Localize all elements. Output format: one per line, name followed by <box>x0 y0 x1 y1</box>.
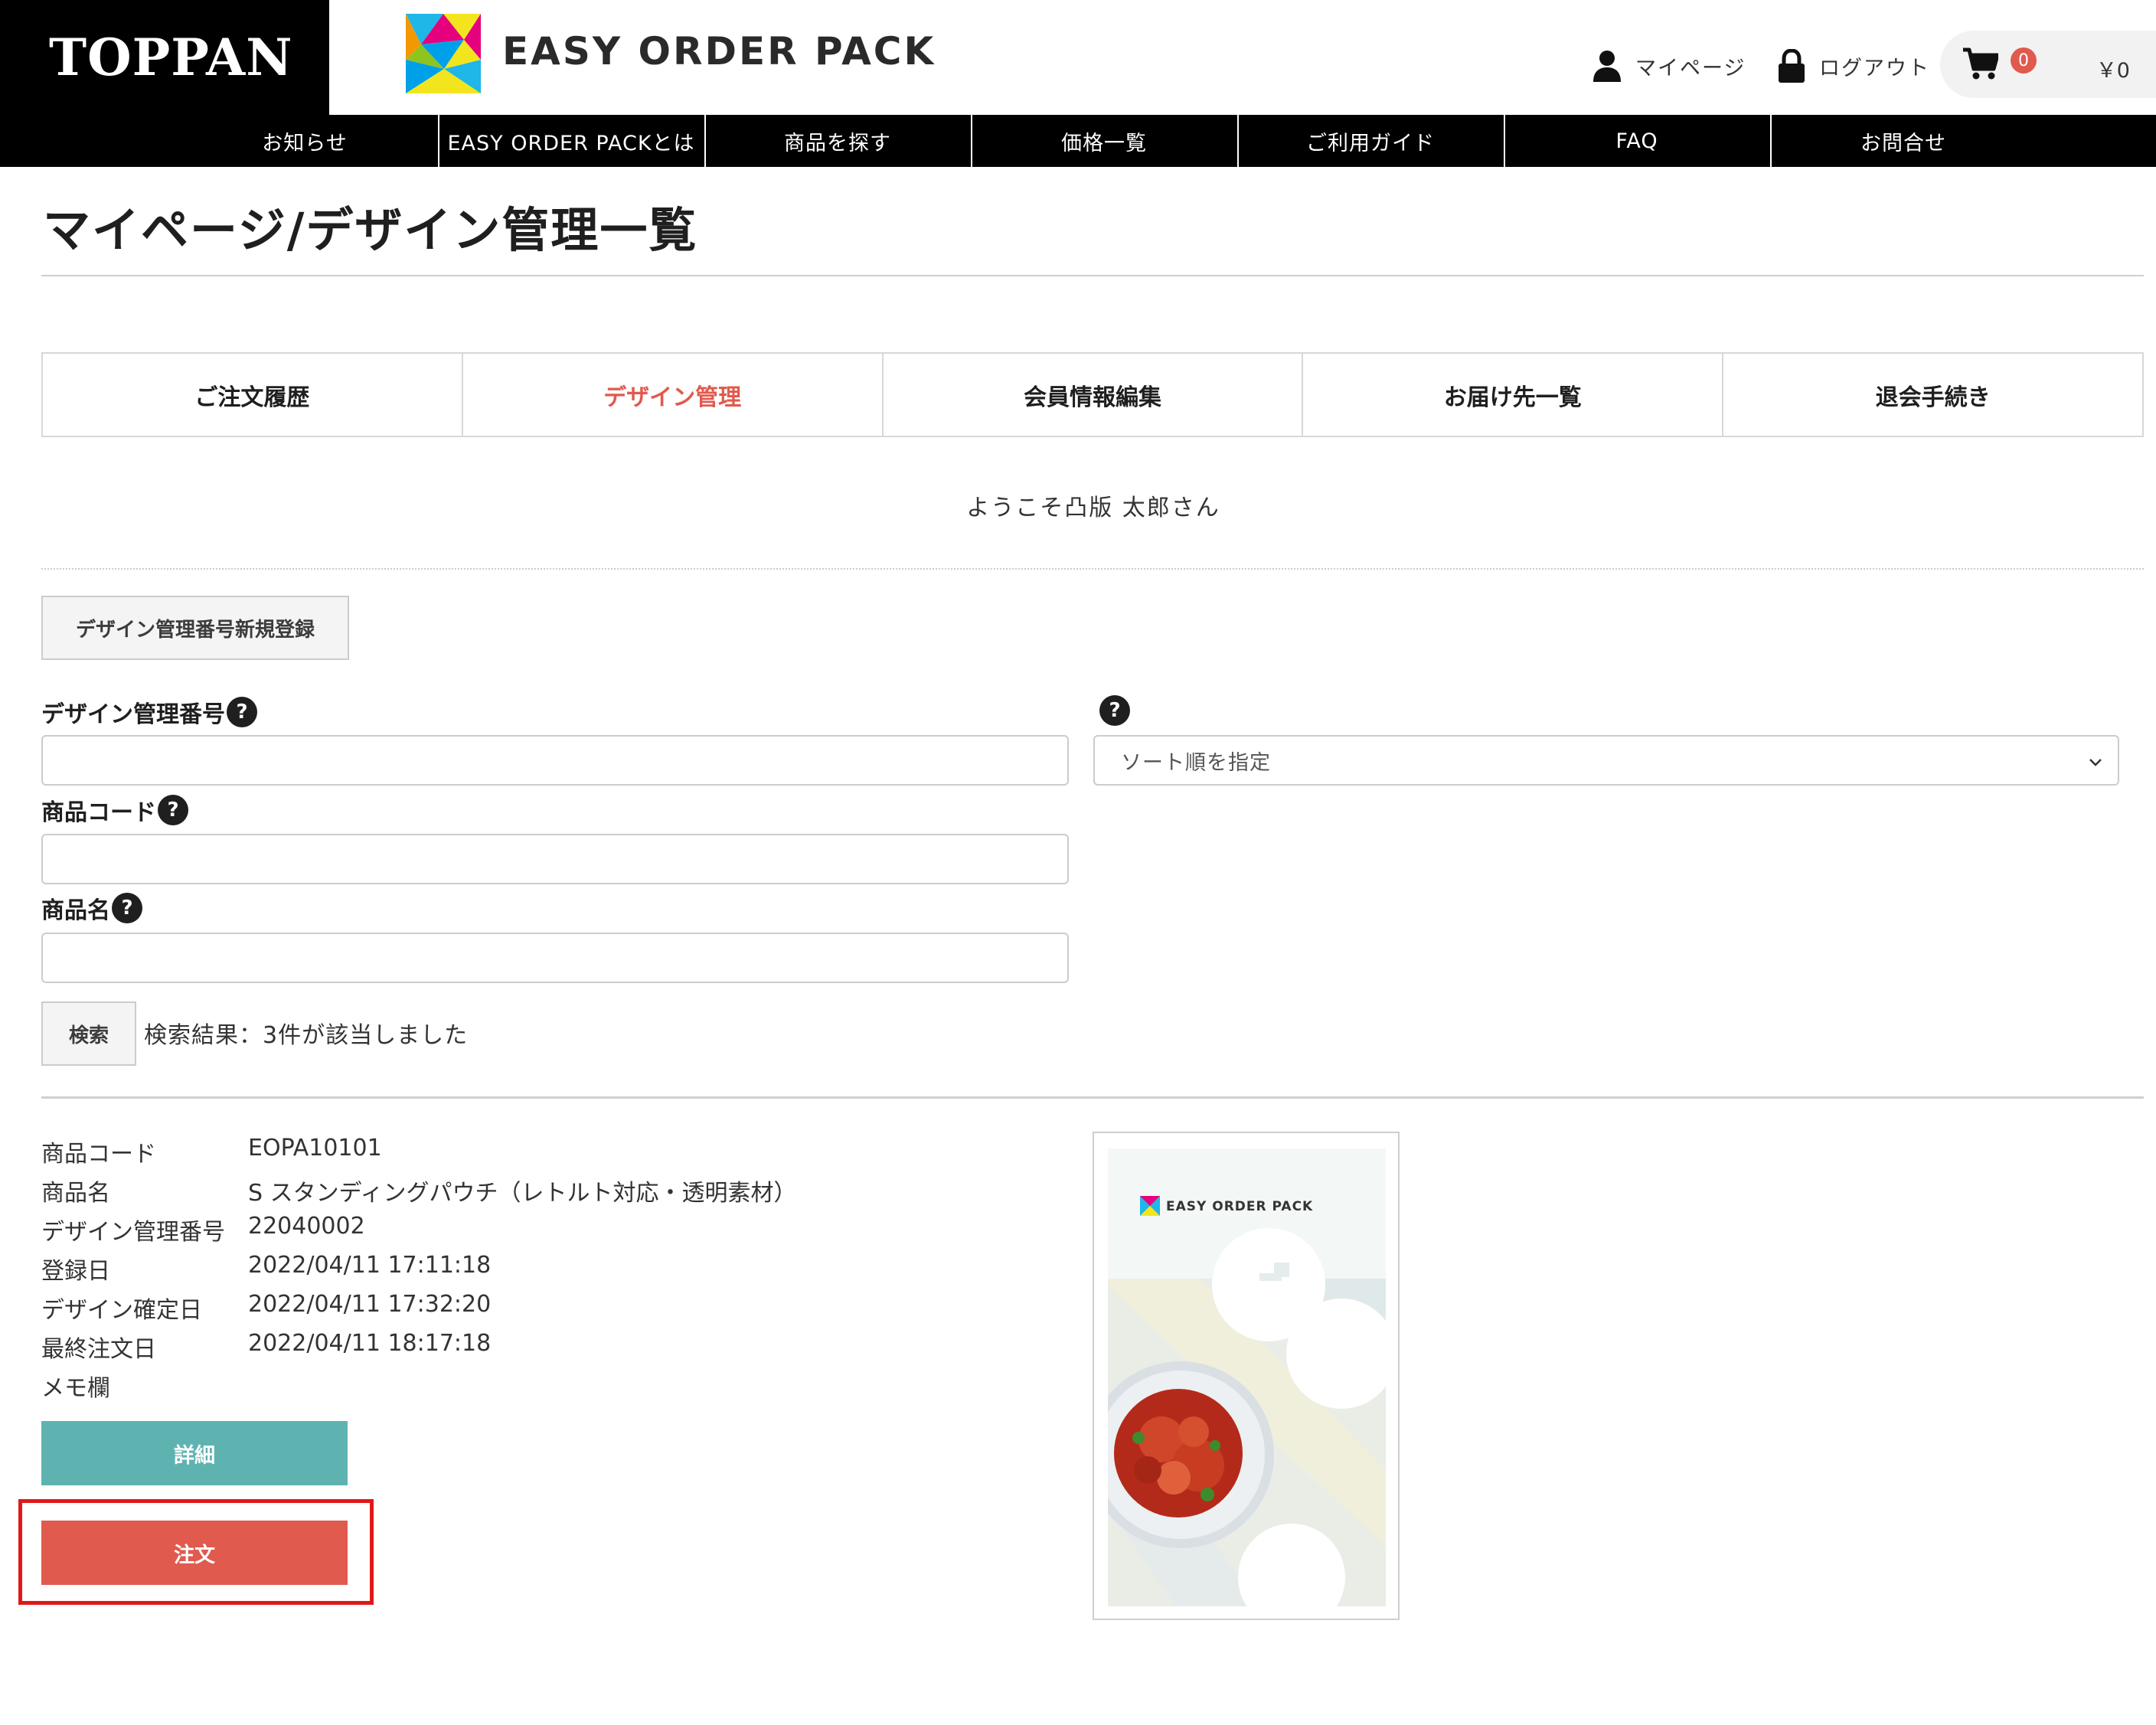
logout-label: ログアウト <box>1819 56 1930 80</box>
detail-button[interactable]: 詳細 <box>41 1421 348 1485</box>
cart-total: ￥0 <box>2096 59 2130 83</box>
product-thumbnail[interactable]: EASY ORDER PACK <box>1093 1132 1400 1620</box>
sort-order-select[interactable]: ソート順を指定 <box>1093 735 2119 786</box>
design-number-input[interactable] <box>41 735 1069 786</box>
result-row-product-name: 商品名 S スタンディングパウチ（レトルト対応・透明素材） <box>41 1174 796 1207</box>
field-value: EOPA10101 <box>248 1135 382 1161</box>
cart-button[interactable]: 0 ￥0 <box>1940 31 2156 98</box>
field-label: デザイン確定日 <box>41 1297 202 1324</box>
thumbnail-brand-text: EASY ORDER PACK <box>1166 1199 1313 1214</box>
mypage-label: マイページ <box>1635 56 1746 80</box>
product-code-label: 商品コード ? <box>41 793 188 827</box>
sort-order-placeholder: ソート順を指定 <box>1121 750 1271 775</box>
help-icon[interactable]: ? <box>227 697 257 727</box>
order-button[interactable]: 注文 <box>41 1521 348 1585</box>
result-row-registered-date: 登録日 2022/04/11 17:11:18 <box>41 1252 491 1286</box>
design-number-label: デザイン管理番号 ? <box>41 695 257 729</box>
result-row-design-number: デザイン管理番号 22040002 <box>41 1213 365 1246</box>
field-label: 商品名 <box>41 1180 110 1207</box>
nav-item-prices[interactable]: 価格一覧 <box>971 115 1237 167</box>
result-row-design-confirmed-date: デザイン確定日 2022/04/11 17:32:20 <box>41 1291 491 1325</box>
tab-delivery-addresses[interactable]: お届け先一覧 <box>1302 354 1722 436</box>
logout-link[interactable]: ログアウト <box>1778 47 1930 84</box>
product-code-input[interactable] <box>41 834 1069 884</box>
main-nav: お知らせ EASY ORDER PACKとは 商品を探す 価格一覧 ご利用ガイド… <box>0 115 2156 167</box>
nav-item-guide[interactable]: ご利用ガイド <box>1237 115 1504 167</box>
mypage-link[interactable]: マイページ <box>1592 47 1746 84</box>
nav-item-faq[interactable]: FAQ <box>1504 115 1770 167</box>
cart-count-badge: 0 <box>2011 47 2037 74</box>
nav-item-products[interactable]: 商品を探す <box>704 115 971 167</box>
tab-order-history[interactable]: ご注文履歴 <box>43 354 462 436</box>
field-value: 2022/04/11 18:17:18 <box>248 1330 492 1357</box>
nav-item-news[interactable]: お知らせ <box>172 115 438 167</box>
help-icon[interactable]: ? <box>112 893 142 923</box>
page-title: マイページ/デザイン管理一覧 <box>43 202 698 258</box>
search-result-count: 検索結果：3件が該当しました <box>144 1022 469 1049</box>
help-icon[interactable]: ? <box>158 795 188 825</box>
field-value: S スタンディングパウチ（レトルト対応・透明素材） <box>248 1180 797 1207</box>
user-icon <box>1593 51 1621 82</box>
product-name-label: 商品名 ? <box>41 891 142 925</box>
field-label: 最終注文日 <box>41 1336 156 1363</box>
result-row-memo: メモ欄 <box>41 1369 248 1403</box>
field-value: 2022/04/11 17:11:18 <box>248 1252 492 1279</box>
tab-design-management[interactable]: デザイン管理 <box>461 354 882 436</box>
result-row-last-order-date: 最終注文日 2022/04/11 18:17:18 <box>41 1330 491 1364</box>
field-value: 22040002 <box>248 1213 365 1240</box>
product-name-input[interactable] <box>41 933 1069 983</box>
mypage-tabs: ご注文履歴 デザイン管理 会員情報編集 お届け先一覧 退会手続き <box>41 352 2144 437</box>
sort-help: ? <box>1099 695 1130 726</box>
cart-icon <box>1963 47 1998 80</box>
toppan-brand-block[interactable]: TOPPAN <box>0 0 329 115</box>
brand-text: TOPPAN <box>49 28 293 87</box>
colorful-triangle-logo-icon[interactable] <box>406 14 481 93</box>
design-number-label-text: デザイン管理番号 <box>41 701 225 728</box>
field-value: 2022/04/11 17:32:20 <box>248 1291 492 1318</box>
register-design-number-button[interactable]: デザイン管理番号新規登録 <box>41 596 349 660</box>
field-label: 商品コード <box>41 1141 156 1168</box>
field-label: 登録日 <box>41 1258 110 1285</box>
product-name-label-text: 商品名 <box>41 897 110 924</box>
field-label: デザイン管理番号 <box>41 1219 225 1246</box>
site-header: TOPPAN EASY ORDER PACK マイページ ログアウト 0 ￥0 <box>0 0 2156 115</box>
nav-item-contact[interactable]: お問合せ <box>1770 115 2037 167</box>
product-code-label-text: 商品コード <box>41 799 156 826</box>
help-icon[interactable]: ? <box>1099 695 1130 726</box>
dotted-divider <box>41 568 2144 570</box>
title-divider <box>41 275 2144 276</box>
pouch-design-image: EASY ORDER PACK <box>1108 1148 1386 1606</box>
field-label: メモ欄 <box>41 1375 110 1402</box>
tab-withdrawal[interactable]: 退会手続き <box>1722 354 2142 436</box>
results-divider <box>41 1096 2144 1099</box>
lock-icon <box>1779 49 1805 83</box>
search-button[interactable]: 検索 <box>41 1001 136 1066</box>
welcome-message: ようこそ凸版 太郎さん <box>966 495 1220 521</box>
tab-member-info[interactable]: 会員情報編集 <box>881 354 1302 436</box>
chevron-down-icon <box>2089 759 2102 766</box>
result-row-product-code: 商品コード EOPA10101 <box>41 1135 382 1168</box>
site-name[interactable]: EASY ORDER PACK <box>502 29 936 74</box>
nav-item-about[interactable]: EASY ORDER PACKとは <box>438 115 704 167</box>
